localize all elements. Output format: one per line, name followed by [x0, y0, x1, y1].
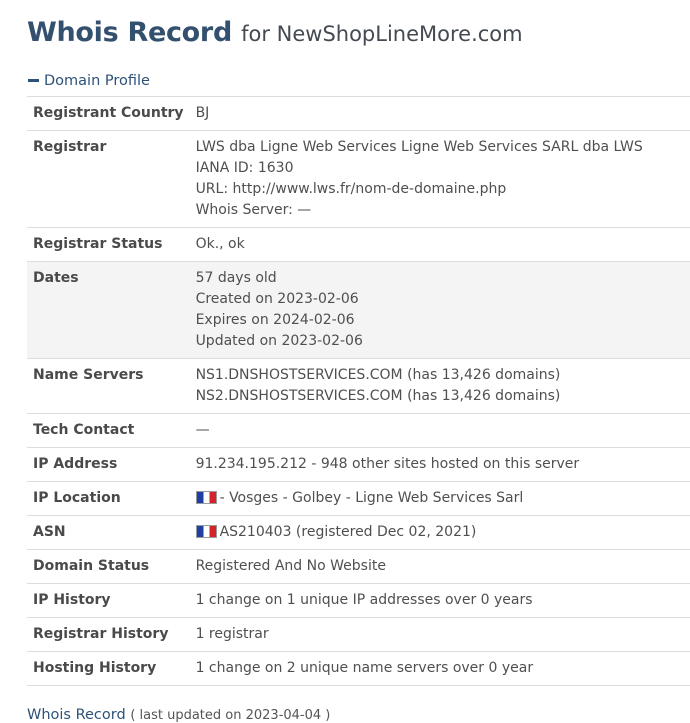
registrar-iana-id: IANA ID: 1630 [195, 160, 294, 176]
table-row: Tech Contact — [27, 413, 690, 448]
row-label: IP History [27, 583, 190, 618]
row-label: Name Servers [27, 358, 190, 414]
dates-value: 57 days old Created on 2023-02-06 Expire… [189, 261, 690, 359]
whois-record-footer: Whois Record ( last updated on 2023-04-0… [27, 707, 690, 723]
whois-record-link[interactable]: Whois Record [27, 707, 126, 723]
row-label: Dates [27, 261, 190, 359]
row-label: Hosting History [27, 651, 190, 686]
name-server-2: NS2.DNSHOSTSERVICES.COM (has 13,426 doma… [195, 388, 561, 404]
expires-date: Expires on 2024-02-06 [195, 312, 355, 328]
row-label: IP Address [27, 447, 190, 482]
france-flag-icon [195, 491, 217, 504]
whois-page: Whois Record for NewShopLineMore.com Dom… [0, 0, 690, 723]
created-date: Created on 2023-02-06 [195, 291, 359, 307]
table-row: IP History 1 change on 1 unique IP addre… [27, 583, 690, 618]
page-title-domain: for NewShopLineMore.com [241, 22, 523, 46]
ip-location-value: - Vosges - Golbey - Ligne Web Services S… [219, 490, 524, 506]
page-title: Whois Record for NewShopLineMore.com [27, 0, 690, 56]
last-updated-text: ( last updated on 2023-04-04 ) [130, 708, 331, 723]
table-row: Domain Status Registered And No Website [27, 549, 690, 584]
tech-contact-value: — [189, 413, 690, 448]
domain-profile-table: Registrant Country BJ Registrar LWS dba … [27, 97, 690, 686]
registrar-whois-server: Whois Server: — [195, 202, 312, 218]
ip-location-cell: - Vosges - Golbey - Ligne Web Services S… [189, 481, 690, 516]
name-servers-value: NS1.DNSHOSTSERVICES.COM (has 13,426 doma… [189, 358, 690, 414]
registrar-history-value: 1 registrar [189, 617, 690, 652]
page-title-main: Whois Record [27, 17, 232, 48]
registrar-url: URL: http://www.lws.fr/nom-de-domaine.ph… [195, 181, 507, 197]
ip-history-value: 1 change on 1 unique IP addresses over 0… [189, 583, 690, 618]
row-label: Registrant Country [27, 97, 190, 131]
row-label: Tech Contact [27, 413, 190, 448]
name-server-1: NS1.DNSHOSTSERVICES.COM (has 13,426 doma… [195, 367, 561, 383]
domain-profile-toggle[interactable]: Domain Profile [27, 69, 690, 97]
table-row: Hosting History 1 change on 2 unique nam… [27, 651, 690, 686]
table-row: ASN AS210403 (registered Dec 02, 2021) [27, 515, 690, 550]
hosting-history-value: 1 change on 2 unique name servers over 0… [189, 651, 690, 686]
table-row: Registrar Status Ok., ok [27, 227, 690, 262]
registrar-value: LWS dba Ligne Web Services Ligne Web Ser… [189, 130, 690, 228]
registrar-name: LWS dba Ligne Web Services Ligne Web Ser… [195, 139, 643, 155]
row-label: ASN [27, 515, 190, 550]
row-label: Registrar Status [27, 227, 190, 262]
table-row: IP Address 91.234.195.212 - 948 other si… [27, 447, 690, 482]
france-flag-icon [195, 525, 217, 538]
collapse-minus-icon [28, 79, 39, 82]
domain-status-value: Registered And No Website [189, 549, 690, 584]
table-row: Registrar LWS dba Ligne Web Services Lig… [27, 130, 690, 228]
ip-address-value: 91.234.195.212 - 948 other sites hosted … [189, 447, 690, 482]
asn-value: AS210403 (registered Dec 02, 2021) [219, 524, 477, 540]
row-label: Domain Status [27, 549, 190, 584]
table-row: Registrar History 1 registrar [27, 617, 690, 652]
row-label: Registrar [27, 130, 190, 228]
domain-profile-label: Domain Profile [44, 72, 150, 89]
updated-date: Updated on 2023-02-06 [195, 333, 363, 349]
table-row: Registrant Country BJ [27, 97, 690, 131]
row-label: Registrar History [27, 617, 190, 652]
table-row: IP Location - Vosges - Golbey - Ligne We… [27, 481, 690, 516]
table-row: Dates 57 days old Created on 2023-02-06 … [27, 261, 690, 359]
asn-cell: AS210403 (registered Dec 02, 2021) [189, 515, 690, 550]
domain-age: 57 days old [195, 270, 277, 286]
registrant-country-value: BJ [189, 97, 690, 131]
row-label: IP Location [27, 481, 190, 516]
registrar-status-value: Ok., ok [189, 227, 690, 262]
table-row: Name Servers NS1.DNSHOSTSERVICES.COM (ha… [27, 358, 690, 414]
